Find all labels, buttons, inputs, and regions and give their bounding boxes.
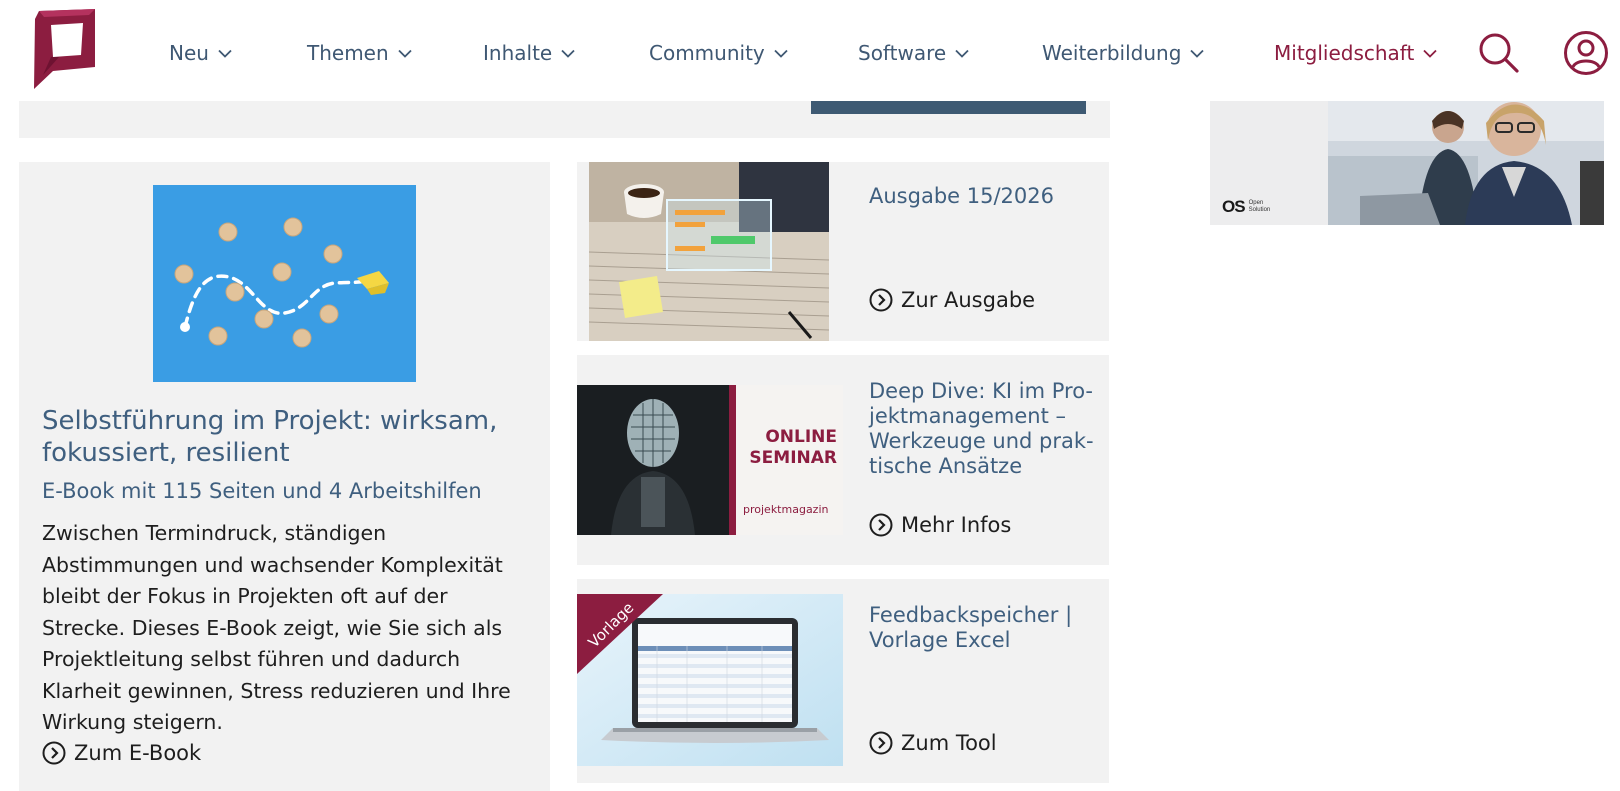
template-teaser-card[interactable]: Vorlage Feedbackspeicher | Vorlage Excel…: [577, 579, 1109, 783]
chevron-down-icon: [774, 49, 788, 58]
nav-mitgliedschaft-label: Mitgliedschaft: [1274, 41, 1415, 65]
arrow-circle-right-icon: [42, 741, 66, 765]
ebook-title[interactable]: Selbstführung im Projekt: wirksam, fokus…: [42, 405, 532, 469]
nav-software[interactable]: Software: [858, 38, 969, 68]
nav-themen-label: Themen: [307, 41, 389, 65]
nav-community[interactable]: Community: [649, 38, 788, 68]
advertiser-logo-text-1: Open: [1248, 200, 1264, 206]
nav-software-label: Software: [858, 41, 947, 65]
issue-teaser-card[interactable]: Ausgabe 15/2026 Zur Ausgabe: [577, 162, 1109, 341]
arrow-circle-right-icon: [869, 731, 893, 755]
nav-community-label: Community: [649, 41, 765, 65]
seminar-brand: projektmagazin: [743, 503, 829, 516]
chevron-down-icon: [218, 49, 232, 58]
seminar-link[interactable]: Mehr Infos: [869, 513, 1011, 537]
advertiser-logo-mark: OS: [1222, 197, 1246, 216]
ebook-teaser-card[interactable]: Selbstführung im Projekt: wirksam, fokus…: [19, 162, 550, 791]
arrow-circle-right-icon: [869, 513, 893, 537]
nav-weiterbildung[interactable]: Weiterbildung: [1042, 38, 1205, 68]
ebook-subtitle: E-Book mit 115 Seiten und 4 Arbeitshilfe…: [42, 479, 482, 503]
chevron-down-icon: [955, 49, 969, 58]
chevron-down-icon: [1190, 49, 1205, 58]
seminar-badge-line1: ONLINE: [765, 427, 837, 447]
template-title[interactable]: Feedbackspeicher | Vorlage Excel: [869, 603, 1101, 653]
nav-mitgliedschaft[interactable]: Mitgliedschaft: [1274, 38, 1437, 68]
chevron-down-icon: [398, 49, 412, 58]
nav-inhalte[interactable]: Inhalte: [483, 38, 575, 68]
advertiser-logo-text: Open Solution: [1249, 200, 1271, 214]
seminar-accent-stripe: [729, 385, 736, 535]
advertiser-logo-text-2: Solution: [1248, 207, 1271, 213]
seminar-title[interactable]: Deep Dive: KI im Pro-jektmanagement – We…: [869, 379, 1101, 479]
issue-cover-image: [589, 162, 829, 341]
nav-neu[interactable]: Neu: [169, 38, 232, 68]
user-account-icon[interactable]: [1563, 30, 1609, 76]
seminar-badge-line2: SEMINAR: [749, 448, 837, 468]
issue-link[interactable]: Zur Ausgabe: [869, 288, 1035, 312]
issue-link-label: Zur Ausgabe: [901, 288, 1036, 312]
nav-themen[interactable]: Themen: [307, 38, 412, 68]
ebook-cover-image: [153, 185, 416, 382]
arrow-circle-right-icon: [869, 288, 893, 312]
search-icon[interactable]: [1478, 32, 1520, 74]
advertiser-logo: OS Open Solution: [1222, 197, 1270, 217]
chevron-down-icon: [1423, 49, 1437, 58]
seminar-badge: ONLINE SEMINAR: [737, 427, 837, 469]
nav-neu-label: Neu: [169, 41, 209, 65]
previous-section-button[interactable]: [811, 101, 1086, 114]
site-header: Neu Themen Inhalte Community Software We…: [0, 0, 1620, 101]
ebook-description: Zwischen Termindruck, ständigen Abstimmu…: [42, 521, 511, 734]
issue-title[interactable]: Ausgabe 15/2026: [869, 184, 1101, 209]
template-link-label: Zum Tool: [901, 731, 997, 755]
ebook-link[interactable]: Zum E-Book: [42, 741, 201, 765]
seminar-teaser-card[interactable]: ONLINE SEMINAR projektmagazin Deep Dive:…: [577, 355, 1109, 565]
nav-weiterbildung-label: Weiterbildung: [1042, 41, 1182, 65]
ebook-link-label: Zum E-Book: [74, 741, 202, 765]
ai-figure-graphic: [577, 385, 729, 535]
nav-inhalte-label: Inhalte: [483, 41, 553, 65]
advertisement-banner[interactable]: OS Open Solution: [1210, 101, 1604, 225]
projektmagazin-logo[interactable]: [31, 9, 97, 89]
seminar-link-label: Mehr Infos: [901, 513, 1012, 537]
seminar-image: ONLINE SEMINAR projektmagazin: [577, 385, 843, 535]
template-image: Vorlage: [577, 594, 843, 766]
chevron-down-icon: [561, 49, 575, 58]
template-link[interactable]: Zum Tool: [869, 731, 997, 755]
